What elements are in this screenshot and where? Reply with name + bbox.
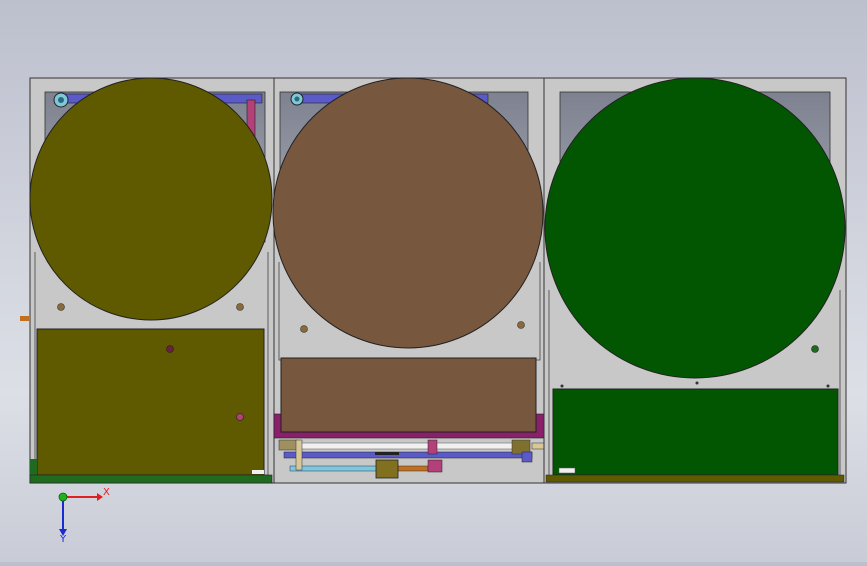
- middle-cyan-pipe: [289, 465, 381, 472]
- middle-unit[interactable]: [272, 77, 545, 484]
- right-pin-2: [695, 381, 699, 385]
- middle-valve-handle: [375, 452, 399, 455]
- middle-white-pipe: [283, 442, 523, 450]
- left-lower-plate[interactable]: [36, 328, 265, 476]
- right-tab: [558, 467, 576, 474]
- left-plate-port-1: [166, 345, 174, 353]
- cad-drawing[interactable]: X Y: [0, 0, 867, 562]
- left-bolt-2: [236, 303, 244, 311]
- y-axis-dot-icon: [58, 492, 68, 502]
- right-disc[interactable]: [544, 77, 846, 379]
- middle-magenta-elbow-1: [427, 439, 438, 455]
- right-lower-plate[interactable]: [552, 388, 839, 476]
- stray-fitting: [20, 316, 29, 321]
- middle-magenta-elbow-2: [427, 459, 443, 473]
- middle-lower-plate[interactable]: [280, 357, 537, 433]
- left-bolt-1: [57, 303, 65, 311]
- right-pin-1: [560, 384, 564, 388]
- left-plate-port-2: [236, 413, 244, 421]
- middle-left-coupler: [278, 439, 298, 451]
- middle-orange-pipe: [397, 465, 429, 472]
- right-unit[interactable]: [543, 77, 847, 484]
- middle-bolt-2: [517, 321, 525, 329]
- right-bolt: [811, 345, 819, 353]
- left-tab: [252, 470, 264, 474]
- right-bottom-strip: [545, 474, 845, 483]
- left-unit[interactable]: [29, 77, 275, 484]
- left-disc[interactable]: [29, 77, 273, 321]
- middle-right-fitting: [521, 451, 533, 463]
- left-fitting-core: [58, 97, 64, 103]
- x-axis-label: X: [103, 487, 110, 498]
- middle-blue-pipe: [283, 451, 533, 459]
- middle-right-stub: [531, 442, 545, 450]
- orientation-triad: X Y: [58, 487, 110, 545]
- y-axis-label: Y: [59, 534, 67, 545]
- middle-left-riser: [295, 439, 303, 471]
- right-pin-3: [826, 384, 830, 388]
- middle-disc[interactable]: [272, 77, 544, 349]
- middle-valve-body[interactable]: [375, 459, 399, 479]
- middle-bolt-1: [300, 325, 308, 333]
- middle-fitting-core: [294, 96, 300, 102]
- cad-viewport[interactable]: X Y: [0, 0, 867, 562]
- left-bottom-strip: [29, 474, 273, 484]
